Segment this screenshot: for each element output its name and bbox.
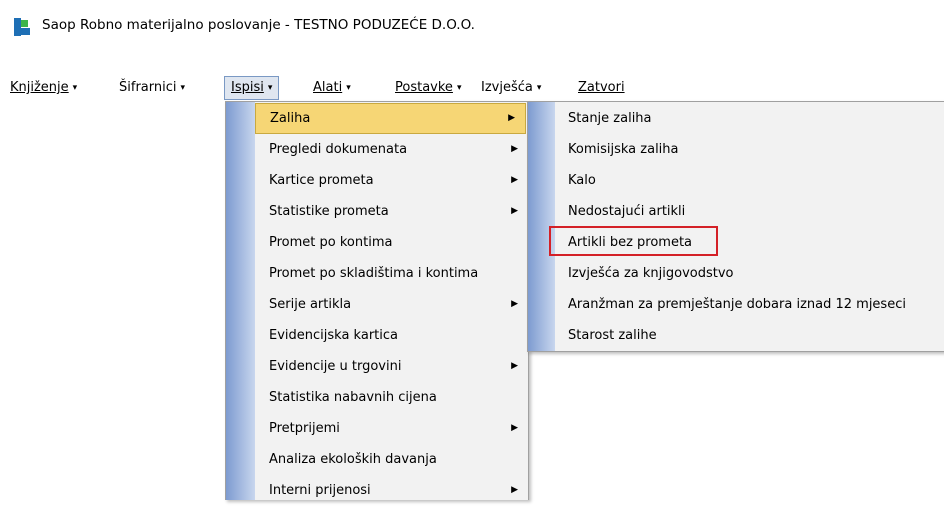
menu-item-aranzman-premjestanje[interactable]: Aranžman za premještanje dobara iznad 12…: [555, 289, 944, 320]
menu-item-label: Promet po skladištima i kontima: [269, 266, 479, 281]
menu-item-statistika-nabavnih-cijena[interactable]: Statistika nabavnih cijena: [255, 382, 528, 413]
menu-alati-label: Alati: [313, 80, 343, 95]
menu-postavke-label: Postavke: [395, 80, 453, 95]
menu-item-starost-zalihe[interactable]: Starost zalihe: [555, 320, 944, 351]
menu-bar: Knjiženje ▾ Šifrarnici ▾ Ispisi ▾ Alati ▾ Po…: [0, 76, 944, 102]
chevron-down-icon: ▾: [267, 83, 273, 93]
menu-icon-gutter: [226, 102, 255, 500]
menu-knjizenje-label: Knjiženje: [10, 80, 69, 95]
menu-item-statistike-prometa[interactable]: Statistike prometa ▶: [255, 196, 528, 227]
submenu-arrow-icon: ▶: [511, 206, 518, 216]
menu-item-pregledi-dokumenata[interactable]: Pregledi dokumenata ▶: [255, 134, 528, 165]
menu-item-label: Pregledi dokumenata: [269, 142, 408, 157]
menu-item-kalo[interactable]: Kalo: [555, 165, 944, 196]
menu-item-label: Nedostajući artikli: [568, 204, 686, 219]
title-bar: Saop Robno materijalno poslovanje - TEST…: [0, 0, 944, 52]
menu-item-label: Komisijska zaliha: [568, 142, 679, 157]
menu-ispisi-label: Ispisi: [231, 80, 264, 95]
menu-ispisi[interactable]: Ispisi ▾: [224, 76, 280, 100]
menu-item-label: Starost zalihe: [568, 328, 657, 343]
menu-zatvori[interactable]: Zatvori: [572, 76, 631, 100]
menu-item-promet-po-kontima[interactable]: Promet po kontima: [255, 227, 528, 258]
menu-item-label: Kartice prometa: [269, 173, 374, 188]
chevron-down-icon: ▾: [346, 83, 351, 93]
menu-item-pretprijemi[interactable]: Pretprijemi ▶: [255, 413, 528, 444]
submenu-arrow-icon: ▶: [511, 361, 518, 371]
saop-logo-icon: [14, 18, 30, 36]
menu-item-label: Zaliha: [270, 111, 311, 126]
window-title: Saop Robno materijalno poslovanje - TEST…: [42, 17, 475, 33]
menu-izvjesca[interactable]: Izvješća ▾: [475, 76, 547, 100]
menu-zatvori-label: Zatvori: [578, 80, 625, 95]
menu-item-label: Aranžman za premještanje dobara iznad 12…: [568, 297, 906, 312]
ispisi-dropdown-menu: Zaliha ▶ Pregledi dokumenata ▶ Kartice pro…: [225, 101, 529, 500]
menu-alati[interactable]: Alati ▾: [307, 76, 357, 100]
menu-item-label: Promet po kontima: [269, 235, 393, 250]
chevron-down-icon: ▾: [180, 83, 186, 93]
menu-item-kartice-prometa[interactable]: Kartice prometa ▶: [255, 165, 528, 196]
menu-icon-gutter: [528, 102, 555, 351]
menu-item-promet-po-skladistima[interactable]: Promet po skladištima i kontima: [255, 258, 528, 289]
menu-item-nedostajuci-artikli[interactable]: Nedostajući artikli: [555, 196, 944, 227]
menu-item-label: Izvješća za knjigovodstvo: [568, 266, 734, 281]
menu-item-analiza-ekoloskih-davanja[interactable]: Analiza ekoloških davanja: [255, 444, 528, 475]
menu-item-label: Pretprijemi: [269, 421, 340, 436]
menu-sifrarnici[interactable]: Šifrarnici ▾: [113, 76, 191, 100]
zaliha-submenu: Stanje zaliha Komisijska zaliha Kalo Ned…: [527, 101, 944, 352]
menu-item-zaliha[interactable]: Zaliha ▶: [255, 103, 526, 134]
menu-item-label: Statistika nabavnih cijena: [269, 390, 437, 405]
menu-item-label: Analiza ekoloških davanja: [269, 452, 437, 467]
menu-item-artikli-bez-prometa[interactable]: Artikli bez prometa: [555, 227, 944, 258]
menu-item-izvjesca-za-knjigovodstvo[interactable]: Izvješća za knjigovodstvo: [555, 258, 944, 289]
menu-item-evidencije-u-trgovini[interactable]: Evidencije u trgovini ▶: [255, 351, 528, 382]
menu-item-label: Evidencijska kartica: [269, 328, 398, 343]
menu-sifrarnici-label: Šifrarnici: [119, 80, 177, 95]
menu-item-komisijska-zaliha[interactable]: Komisijska zaliha: [555, 134, 944, 165]
menu-izvjesca-label: Izvješća: [481, 80, 533, 95]
chevron-down-icon: ▾: [536, 83, 542, 93]
menu-item-label: Evidencije u trgovini: [269, 359, 402, 374]
menu-item-serije-artikla[interactable]: Serije artikla ▶: [255, 289, 528, 320]
menu-item-evidencijska-kartica[interactable]: Evidencijska kartica: [255, 320, 528, 351]
menu-item-label: Serije artikla: [269, 297, 352, 312]
menu-item-label: Interni prijenosi: [269, 483, 371, 498]
menu-item-label: Kalo: [568, 173, 596, 188]
menu-item-label: Artikli bez prometa: [568, 235, 693, 250]
submenu-arrow-icon: ▶: [511, 299, 518, 309]
menu-item-label: Statistike prometa: [269, 204, 389, 219]
menu-postavke[interactable]: Postavke ▾: [389, 76, 467, 100]
submenu-arrow-icon: ▶: [511, 423, 518, 433]
submenu-arrow-icon: ▶: [508, 113, 515, 123]
menu-item-interni-prijenosi[interactable]: Interni prijenosi ▶: [255, 475, 528, 506]
submenu-arrow-icon: ▶: [511, 175, 518, 185]
menu-item-stanje-zaliha[interactable]: Stanje zaliha: [555, 103, 944, 134]
chevron-down-icon: ▾: [72, 83, 78, 93]
submenu-arrow-icon: ▶: [511, 485, 518, 495]
menu-item-label: Stanje zaliha: [568, 111, 652, 126]
menu-knjizenje[interactable]: Knjiženje ▾: [4, 76, 83, 100]
submenu-arrow-icon: ▶: [511, 144, 518, 154]
chevron-down-icon: ▾: [456, 83, 462, 93]
